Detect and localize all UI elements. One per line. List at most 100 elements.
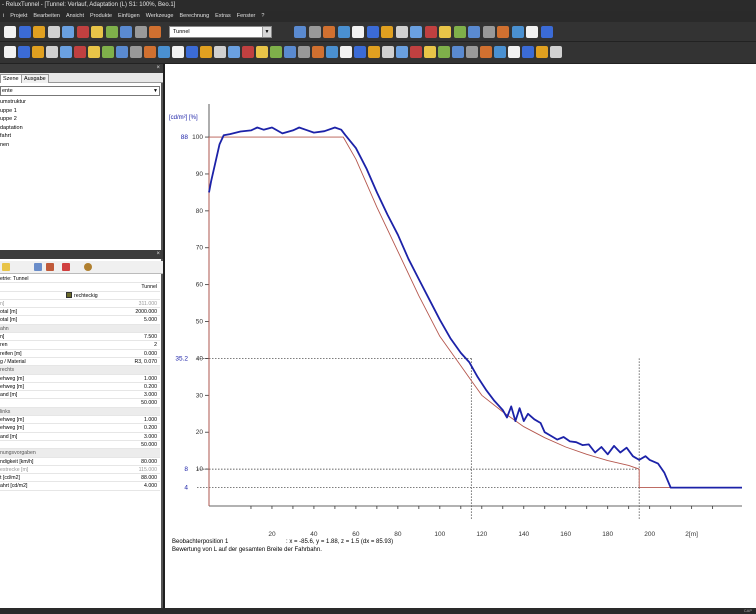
profile-type[interactable]: rechteckig — [66, 291, 98, 300]
luminaire-icon[interactable] — [134, 26, 147, 38]
new-file-icon[interactable] — [526, 26, 538, 38]
report-icon[interactable] — [130, 46, 142, 58]
light-icon[interactable] — [312, 46, 324, 58]
pan-icon[interactable] — [214, 46, 226, 58]
light-icon[interactable] — [172, 46, 184, 58]
paste-icon[interactable] — [439, 26, 451, 38]
move-icon[interactable] — [497, 26, 509, 38]
tree-item[interactable]: nen — [0, 141, 160, 150]
light-icon[interactable] — [32, 46, 44, 58]
property-row[interactable]: estrecke [m] 115.000 — [0, 466, 160, 475]
grid-icon[interactable] — [326, 46, 338, 58]
property-row[interactable]: otal [m] 5.000 — [0, 316, 160, 325]
menu-item[interactable]: Einfügen — [115, 11, 143, 22]
menu-item[interactable]: Werkzeuge — [143, 11, 177, 22]
menu-item[interactable]: Produkte — [87, 11, 115, 22]
move-icon[interactable] — [323, 26, 335, 38]
3d-view-icon[interactable] — [382, 46, 394, 58]
property-row[interactable]: otal [m] 2000.000 — [0, 308, 160, 317]
open-folder-icon[interactable] — [366, 26, 379, 38]
tunnel-icon[interactable] — [424, 46, 436, 58]
menu-item[interactable]: ? — [258, 11, 267, 22]
redo-icon[interactable] — [294, 26, 306, 38]
pan-icon[interactable] — [74, 46, 86, 58]
report-icon[interactable] — [410, 46, 422, 58]
property-row[interactable]: ahrt [cd/m2] 4.000 — [0, 482, 160, 491]
measure-icon[interactable] — [368, 46, 380, 58]
menu-item[interactable]: Bearbeiten — [30, 11, 63, 22]
menu-item[interactable]: Ansicht — [63, 11, 87, 22]
property-row[interactable]: n] 7.500 — [0, 333, 160, 342]
redo-icon[interactable] — [468, 26, 480, 38]
3d-view-icon[interactable] — [522, 46, 534, 58]
cut-icon[interactable] — [410, 26, 422, 38]
chevron-down-icon[interactable]: ▼ — [153, 87, 158, 95]
tunnel-select[interactable]: Tunnel ▼ — [169, 26, 272, 38]
copy-icon[interactable] — [424, 26, 437, 38]
measure-icon[interactable] — [228, 46, 240, 58]
property-row[interactable]: reifen [m] 0.000 — [0, 350, 160, 358]
pan-icon[interactable] — [354, 46, 366, 58]
tree-item[interactable]: uppe 1 — [0, 107, 160, 116]
tab-szene[interactable]: Szene — [0, 74, 22, 83]
copy-icon[interactable] — [76, 26, 89, 38]
calculate-icon[interactable] — [256, 46, 268, 58]
tree-item[interactable]: fahrt — [0, 132, 160, 141]
camera-icon[interactable] — [18, 46, 30, 58]
menu-item[interactable]: Projekt — [7, 11, 30, 22]
tree-filter-select[interactable]: ente ▼ — [0, 86, 160, 96]
grid-icon[interactable] — [186, 46, 198, 58]
menu-item[interactable]: Fenster — [234, 11, 259, 22]
rotate-icon[interactable] — [337, 26, 350, 38]
open-folder-icon[interactable] — [540, 26, 553, 38]
new-file-icon[interactable] — [352, 26, 364, 38]
calculate-icon[interactable] — [396, 46, 408, 58]
zoom-icon[interactable] — [200, 46, 212, 58]
measure-icon[interactable] — [88, 46, 100, 58]
calculate-icon[interactable] — [116, 46, 128, 58]
property-row[interactable]: g / Material R3, 0.070 — [0, 358, 160, 367]
filter-icon[interactable] — [46, 263, 54, 271]
property-row[interactable]: Tunnel — [0, 283, 160, 292]
zoom-icon[interactable] — [340, 46, 352, 58]
menu-item[interactable]: Extras — [212, 11, 234, 22]
cut-icon[interactable] — [62, 26, 74, 38]
property-row[interactable]: 50.000 — [0, 399, 160, 408]
3d-view-icon[interactable] — [242, 46, 254, 58]
tree-item[interactable]: daptation — [0, 124, 160, 133]
settings-icon[interactable] — [84, 263, 92, 271]
rotate-icon[interactable] — [511, 26, 524, 38]
menu-item[interactable]: Berechnung — [176, 11, 212, 22]
undo-icon[interactable] — [453, 26, 466, 38]
print-icon[interactable] — [47, 26, 60, 38]
property-row[interactable]: and [m] 3.000 — [0, 391, 160, 400]
delete-icon[interactable] — [62, 263, 70, 271]
property-row[interactable]: ehweg [m] 1.000 — [0, 416, 160, 425]
sort-icon[interactable] — [2, 263, 10, 271]
report-icon[interactable] — [270, 46, 282, 58]
report-icon[interactable] — [550, 46, 562, 58]
calculate-icon[interactable] — [536, 46, 548, 58]
luminaire-icon[interactable] — [482, 26, 495, 38]
tunnel-icon[interactable] — [4, 46, 16, 58]
menu-item[interactable]: i — [0, 11, 7, 22]
property-row[interactable]: ehweg [m] 0.200 — [0, 424, 160, 433]
tree-item[interactable]: uppe 2 — [0, 115, 160, 124]
zoom-icon[interactable] — [60, 46, 72, 58]
open-folder-icon[interactable] — [18, 26, 31, 38]
tab-ausgabe[interactable]: Ausgabe — [21, 74, 49, 83]
property-row[interactable]: ehweg [m] 1.000 — [0, 375, 160, 383]
category-icon[interactable] — [34, 263, 42, 271]
move-icon[interactable] — [149, 26, 161, 38]
tunnel-icon[interactable] — [284, 46, 296, 58]
tree-item[interactable]: umstruktur — [0, 98, 160, 107]
save-icon[interactable] — [381, 26, 393, 38]
property-row[interactable]: ehweg [m] 0.200 — [0, 383, 160, 392]
undo-icon[interactable] — [105, 26, 118, 38]
property-row[interactable]: etrie: Tunnel — [0, 275, 160, 284]
property-row[interactable]: t [cd/m2] 88.000 — [0, 474, 160, 483]
redo-icon[interactable] — [120, 26, 132, 38]
grid-icon[interactable] — [466, 46, 478, 58]
property-row[interactable]: ren 2 — [0, 341, 160, 350]
luminaire-icon[interactable] — [308, 26, 321, 38]
